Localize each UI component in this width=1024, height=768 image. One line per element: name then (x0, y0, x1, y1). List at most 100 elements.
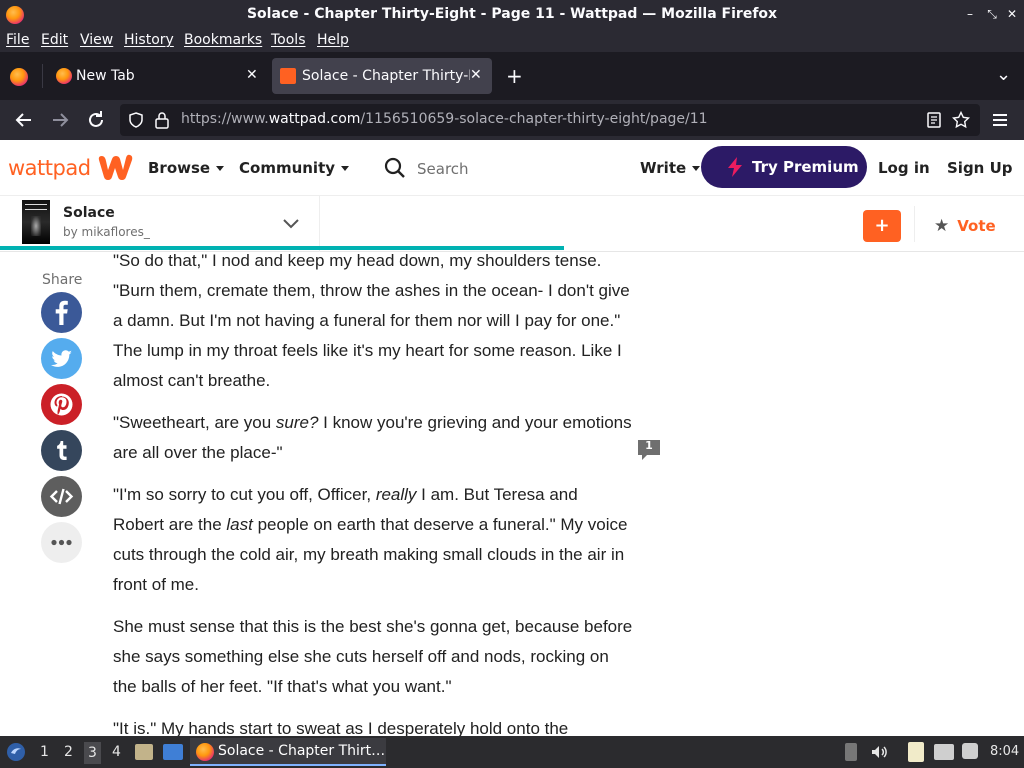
facebook-icon (55, 300, 68, 325)
inline-comment-button[interactable]: 1 (636, 438, 662, 464)
paragraph: She must sense that this is the best she… (113, 617, 633, 696)
star-icon: ★ (934, 216, 950, 236)
window-title: Solace - Chapter Thirty-Eight - Page 11 … (246, 6, 778, 22)
divider (319, 196, 320, 252)
new-tab-button[interactable]: + (506, 64, 523, 88)
search-icon[interactable] (384, 157, 406, 179)
notifications-icon[interactable] (962, 743, 978, 759)
story-title[interactable]: Solace (63, 205, 115, 221)
emphasis-text: really (375, 485, 417, 504)
more-share-options-button[interactable] (41, 522, 82, 563)
emphasis-text: sure? (275, 413, 319, 432)
workspace-3[interactable]: 3 (84, 742, 101, 764)
lock-icon[interactable] (154, 111, 170, 129)
file-manager-icon[interactable] (135, 744, 153, 760)
screen: Solace - Chapter Thirty-Eight - Page 11 … (0, 0, 1024, 768)
menu-file[interactable]: File (6, 32, 29, 48)
cover-title-mark (25, 204, 47, 210)
url-bar[interactable]: https://www.wattpad.com/1156510659-solac… (120, 104, 980, 136)
wattpad-header: wattpad Browse Community Search Write Tr… (0, 140, 1024, 196)
browse-menu[interactable]: Browse (148, 159, 225, 177)
community-label: Community (239, 159, 336, 177)
login-link[interactable]: Log in (878, 159, 930, 177)
reader-view-icon[interactable] (926, 112, 942, 128)
story-cover-image[interactable] (22, 200, 50, 244)
paragraph: "So do that," I nod and keep my head dow… (113, 251, 630, 390)
menu-bookmarks[interactable]: Bookmarks (184, 32, 262, 48)
workspace-1[interactable]: 1 (40, 744, 49, 760)
story-author[interactable]: by mikaflores_ (63, 225, 150, 239)
tumblr-icon (57, 441, 67, 460)
tab-close-icon[interactable]: ✕ (246, 67, 258, 83)
firefox-favicon-icon (56, 68, 72, 84)
paragraph: "Sweetheart, are you sure? I know you're… (113, 408, 633, 468)
wattpad-w-logo-icon[interactable] (96, 152, 134, 182)
pinterest-icon (50, 393, 73, 416)
add-to-library-button[interactable]: + (863, 210, 901, 242)
tab-solace[interactable]: Solace - Chapter Thirty-E ✕ (272, 58, 492, 94)
menu-view[interactable]: View (80, 32, 113, 48)
network-icon[interactable] (934, 744, 954, 760)
paragraph: "I'm so sorry to cut you off, Officer, r… (113, 480, 633, 600)
taskbar-firefox-window[interactable]: Solace - Chapter Thirt… (190, 738, 386, 766)
menu-help[interactable]: Help (317, 32, 349, 48)
twitter-share-button[interactable] (41, 338, 82, 379)
bookmark-star-icon[interactable] (952, 111, 970, 129)
nav-toolbar: https://www.wattpad.com/1156510659-solac… (0, 100, 1024, 140)
forward-button[interactable] (48, 108, 72, 132)
menu-history[interactable]: History (124, 32, 174, 48)
tumblr-share-button[interactable] (41, 430, 82, 471)
url-text[interactable]: https://www.wattpad.com/1156510659-solac… (181, 111, 708, 127)
community-menu[interactable]: Community (239, 159, 350, 177)
story-bar: Solace by mikaflores_ + ★ Vote (0, 196, 1024, 252)
workspace-2[interactable]: 2 (64, 744, 73, 760)
emphasis-text: last (226, 515, 253, 534)
app-menu-button[interactable] (988, 108, 1012, 132)
reload-icon (89, 111, 103, 127)
vote-button[interactable]: ★ Vote (934, 216, 996, 236)
divider (914, 206, 915, 242)
back-button[interactable] (12, 108, 36, 132)
workspace-4[interactable]: 4 (112, 744, 121, 760)
clock: 8:04 (990, 744, 1020, 759)
clipboard-icon[interactable] (908, 742, 924, 762)
reload-button[interactable] (84, 108, 108, 132)
menu-bar: File Edit View History Bookmarks Tools H… (0, 30, 1024, 52)
embed-share-button[interactable] (41, 476, 82, 517)
wattpad-favicon-icon (280, 68, 296, 84)
show-desktop-icon[interactable] (163, 744, 183, 760)
menu-edit[interactable]: Edit (41, 32, 68, 48)
browse-label: Browse (148, 159, 211, 177)
text-run: "Sweetheart, are you (113, 413, 276, 432)
try-premium-label: Try Premium (752, 158, 859, 176)
list-all-tabs-button[interactable]: ⌄ (996, 64, 1011, 85)
menu-tools[interactable]: Tools (271, 32, 306, 48)
tab-new-tab[interactable]: New Tab ✕ (48, 58, 266, 94)
close-window-button[interactable]: ✕ (1004, 6, 1020, 22)
story-text: "So do that," I nod and keep my head dow… (113, 246, 633, 756)
wattpad-logo-text[interactable]: wattpad (8, 156, 91, 180)
write-label: Write (640, 159, 687, 177)
chevron-down-icon[interactable] (280, 212, 302, 234)
start-menu-icon[interactable] (6, 742, 26, 762)
pinterest-share-button[interactable] (41, 384, 82, 425)
firefox-view-icon[interactable] (10, 68, 28, 86)
try-premium-button[interactable]: Try Premium (701, 146, 867, 188)
tab-separator (42, 64, 43, 88)
share-label: Share (42, 272, 83, 288)
tab-label: Solace - Chapter Thirty-E (302, 68, 470, 84)
twitter-icon (51, 350, 72, 367)
shield-icon[interactable] (128, 112, 144, 128)
signup-link[interactable]: Sign Up (947, 159, 1013, 177)
search-input[interactable]: Search (417, 160, 469, 178)
maximize-button[interactable]: ⤡ (984, 6, 1000, 22)
write-menu[interactable]: Write (640, 159, 701, 177)
facebook-share-button[interactable] (41, 292, 82, 333)
tab-close-icon[interactable]: ✕ (470, 67, 482, 83)
window-titlebar: Solace - Chapter Thirty-Eight - Page 11 … (0, 0, 1024, 30)
caret-down-icon (341, 166, 350, 171)
volume-icon[interactable] (870, 743, 888, 761)
minimize-button[interactable]: – (962, 6, 978, 22)
battery-icon[interactable] (845, 743, 857, 761)
back-arrow-icon (15, 113, 31, 127)
